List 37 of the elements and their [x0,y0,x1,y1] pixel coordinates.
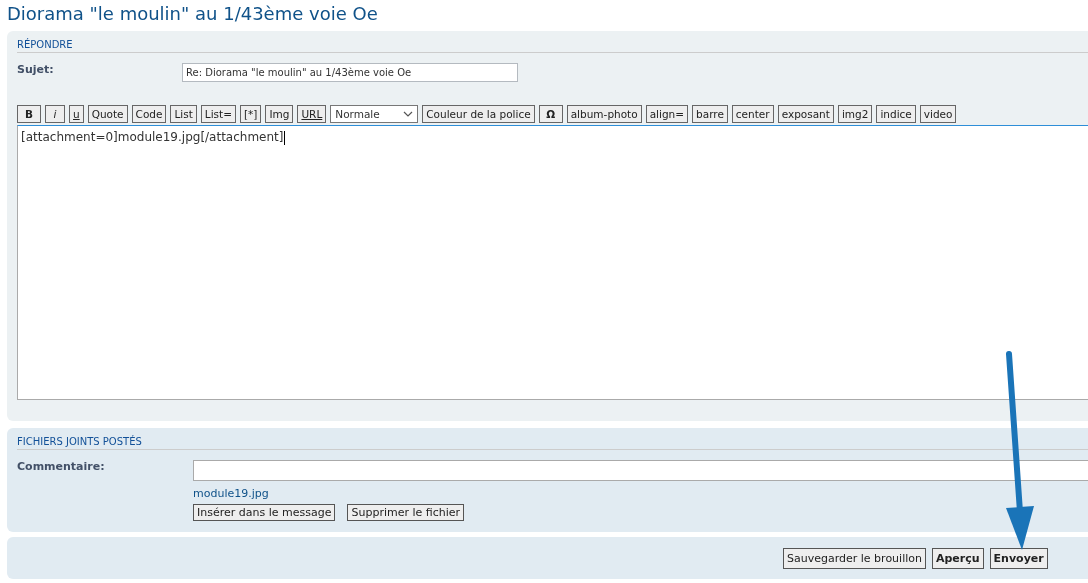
subject-field[interactable]: Re: Diorama "le moulin" au 1/43ème voie Oe [182,63,518,82]
format-button[interactable]: album-photo [566,105,642,123]
format-button[interactable]: Code [131,105,167,123]
format-button[interactable]: indice [876,105,916,123]
format-button[interactable]: align= [645,105,689,123]
section-heading: FICHIERS JOINTS POSTÉS [17,436,1088,450]
format-button[interactable]: URL [297,105,327,123]
format-button[interactable]: List [170,105,197,123]
page-title: Diorama "le moulin" au 1/43ème voie Oe [6,2,379,26]
comment-field[interactable] [193,460,1088,481]
format-button[interactable]: [*] [240,105,262,123]
format-button[interactable]: img2 [837,105,873,123]
attachment-button[interactable]: Insérer dans le message [193,504,336,521]
action-button[interactable]: Aperçu [931,547,984,569]
format-button[interactable]: Ω [538,105,563,123]
format-button[interactable]: center [731,105,774,123]
message-text: [attachment=0]module19.jpg[/attachment] [21,130,284,144]
chevron-icon [403,111,414,117]
file-link[interactable]: module19.jpg [193,487,1088,500]
format-button[interactable]: Quote [87,105,128,123]
format-button[interactable]: barre [692,105,728,123]
format-button[interactable]: u [69,105,84,123]
section-heading: RÉPONDRE [17,39,1088,53]
format-button[interactable]: List= [200,105,236,123]
message-textarea[interactable]: [attachment=0]module19.jpg[/attachment] [17,125,1088,400]
action-button[interactable]: Envoyer [989,547,1048,569]
format-button[interactable]: Couleur de la police [422,105,535,123]
comment-label: Commentaire: [17,460,106,475]
attachment-button[interactable]: Supprimer le fichier [347,504,465,521]
font-size-select[interactable]: Normale [330,105,419,123]
format-button[interactable]: Img [265,105,294,123]
subject-label: Sujet: [17,63,55,78]
action-button[interactable]: Sauvegarder le brouillon [783,547,926,569]
format-button[interactable]: i [45,105,65,123]
format-button[interactable]: exposant [777,105,834,123]
format-button[interactable]: B [17,105,41,123]
format-button[interactable]: video [919,105,957,123]
